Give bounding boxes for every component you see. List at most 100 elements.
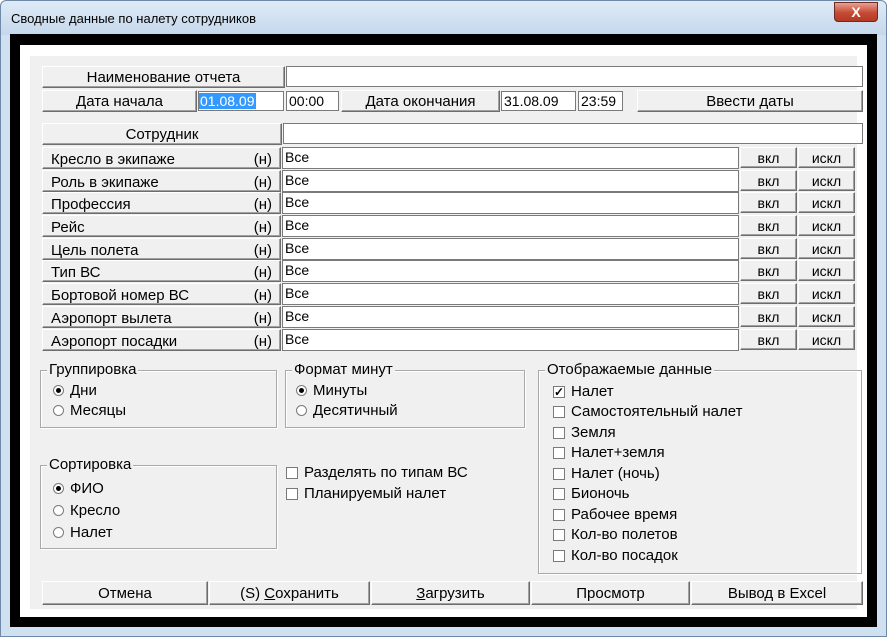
start-date-button[interactable]: Дата начала [42, 90, 197, 112]
checkbox-icon [286, 466, 298, 479]
exclude-button[interactable]: искл [798, 215, 855, 236]
report-name-input[interactable] [286, 66, 863, 87]
save-hotkey: С [264, 584, 276, 602]
minute-format-option-decimal[interactable]: Десятичный [296, 402, 398, 419]
include-button[interactable]: вкл [740, 147, 797, 168]
window-title: Сводные данные по налету сотрудников [11, 11, 256, 26]
display-check-worktime[interactable]: Рабочее время [553, 506, 677, 523]
display-check-flight[interactable]: ✓ Налет [553, 383, 614, 400]
display-check-bionight[interactable]: Бионочь [553, 485, 630, 502]
exclude-button[interactable]: искл [798, 306, 855, 327]
filter-button[interactable]: Аэропорт посадки (н) [42, 329, 281, 351]
close-icon: X [851, 4, 861, 20]
title-bar[interactable]: Сводные данные по налету сотрудников X [1, 1, 886, 35]
include-button[interactable]: вкл [740, 329, 797, 350]
export-excel-button[interactable]: Вывод в Excel [691, 581, 863, 605]
preview-button[interactable]: Просмотр [531, 581, 690, 605]
option-label: Налет [571, 383, 614, 400]
end-date-input[interactable]: 31.08.09 [501, 91, 576, 111]
exclude-button[interactable]: искл [798, 192, 855, 213]
filter-value-field[interactable]: Все [282, 329, 739, 351]
filter-button[interactable]: Профессия (н) [42, 192, 281, 214]
filter-value-field[interactable]: Все [282, 283, 739, 305]
display-check-landings-count[interactable]: Кол-во посадок [553, 547, 678, 564]
split-by-aircraft-type-checkbox[interactable]: Разделять по типам ВС [286, 464, 468, 481]
display-check-flights-count[interactable]: Кол-во полетов [553, 526, 678, 543]
option-label: Бионочь [571, 485, 630, 502]
filter-button[interactable]: Рейс (н) [42, 215, 281, 237]
filter-button[interactable]: Роль в экипаже (н) [42, 170, 281, 192]
filter-button[interactable]: Бортовой номер ВС (н) [42, 283, 281, 305]
filter-button[interactable]: Цель полета (н) [42, 238, 281, 260]
sorting-option-flight[interactable]: Налет [53, 524, 113, 541]
filter-label: Кресло в экипаже [51, 151, 175, 168]
display-check-ground[interactable]: Земля [553, 424, 616, 441]
option-label: Кол-во посадок [571, 547, 678, 564]
minute-format-option-minutes[interactable]: Минуты [296, 382, 367, 399]
filter-n: (н) [253, 264, 272, 281]
load-button[interactable]: Загрузить [371, 581, 530, 605]
save-button[interactable]: (S) Сохранить [209, 581, 370, 605]
filter-value-field[interactable]: Все [282, 260, 739, 282]
include-button[interactable]: вкл [740, 260, 797, 281]
filter-value-field[interactable]: Все [282, 215, 739, 237]
display-check-solo[interactable]: Самостоятельный налет [553, 403, 742, 420]
start-time-input[interactable]: 00:00 [286, 91, 339, 111]
dialog-body: Наименование отчета Дата начала 01.08.09… [30, 56, 863, 609]
end-time-input[interactable]: 23:59 [578, 91, 623, 111]
include-button[interactable]: вкл [740, 215, 797, 236]
end-date-label: Дата окончания [365, 92, 476, 110]
filter-button[interactable]: Аэропорт вылета (н) [42, 306, 281, 328]
filter-button[interactable]: Кресло в экипаже (н) [42, 147, 281, 169]
filter-button[interactable]: Тип ВС (н) [42, 260, 281, 282]
checkbox-icon [553, 508, 565, 521]
minute-format-title: Формат минут [292, 361, 395, 378]
sorting-option-name[interactable]: ФИО [53, 480, 104, 497]
employee-input[interactable] [283, 123, 863, 144]
grouping-option-days[interactable]: Дни [53, 382, 97, 399]
checkbox-icon [553, 426, 565, 439]
include-button[interactable]: вкл [740, 238, 797, 259]
exclude-button[interactable]: искл [798, 147, 855, 168]
filter-value-field[interactable]: Все [282, 306, 739, 328]
filter-value-field[interactable]: Все [282, 192, 739, 214]
display-check-night[interactable]: Налет (ночь) [553, 465, 660, 482]
planned-flight-checkbox[interactable]: Планируемый налет [286, 485, 446, 502]
load-hotkey: З [416, 584, 426, 602]
option-label: ФИО [70, 480, 104, 497]
filter-value-field[interactable]: Все [282, 170, 739, 192]
start-date-input[interactable]: 01.08.09 [198, 91, 284, 111]
exclude-button[interactable]: искл [798, 170, 855, 191]
include-button[interactable]: вкл [740, 306, 797, 327]
end-date-button[interactable]: Дата окончания [341, 90, 500, 112]
display-check-flight-ground[interactable]: Налет+земля [553, 444, 665, 461]
filter-n: (н) [253, 310, 272, 327]
report-name-button[interactable]: Наименование отчета [42, 66, 285, 88]
cancel-button[interactable]: Отмена [42, 581, 208, 605]
checkbox-icon [553, 405, 565, 418]
grouping-option-months[interactable]: Месяцы [53, 402, 126, 419]
checkbox-icon [553, 467, 565, 480]
checkbox-icon [553, 487, 565, 500]
option-label: Земля [571, 424, 616, 441]
filter-value-field[interactable]: Все [282, 147, 739, 169]
load-rest: агрузить [425, 584, 485, 602]
close-button[interactable]: X [834, 2, 878, 22]
include-button[interactable]: вкл [740, 192, 797, 213]
sorting-option-seat[interactable]: Кресло [53, 502, 120, 519]
employee-label: Сотрудник [125, 125, 199, 143]
option-label: Рабочее время [571, 506, 678, 523]
enter-dates-button[interactable]: Ввести даты [637, 90, 863, 112]
exclude-button[interactable]: искл [798, 238, 855, 259]
exclude-button[interactable]: искл [798, 260, 855, 281]
filter-value-field[interactable]: Все [282, 238, 739, 260]
include-button[interactable]: вкл [740, 283, 797, 304]
checkbox-icon [286, 487, 298, 500]
option-label: Кресло [70, 502, 121, 519]
employee-button[interactable]: Сотрудник [42, 123, 282, 145]
exclude-button[interactable]: искл [798, 283, 855, 304]
checkbox-icon [553, 528, 565, 541]
filter-n: (н) [253, 151, 272, 168]
exclude-button[interactable]: искл [798, 329, 855, 350]
include-button[interactable]: вкл [740, 170, 797, 191]
